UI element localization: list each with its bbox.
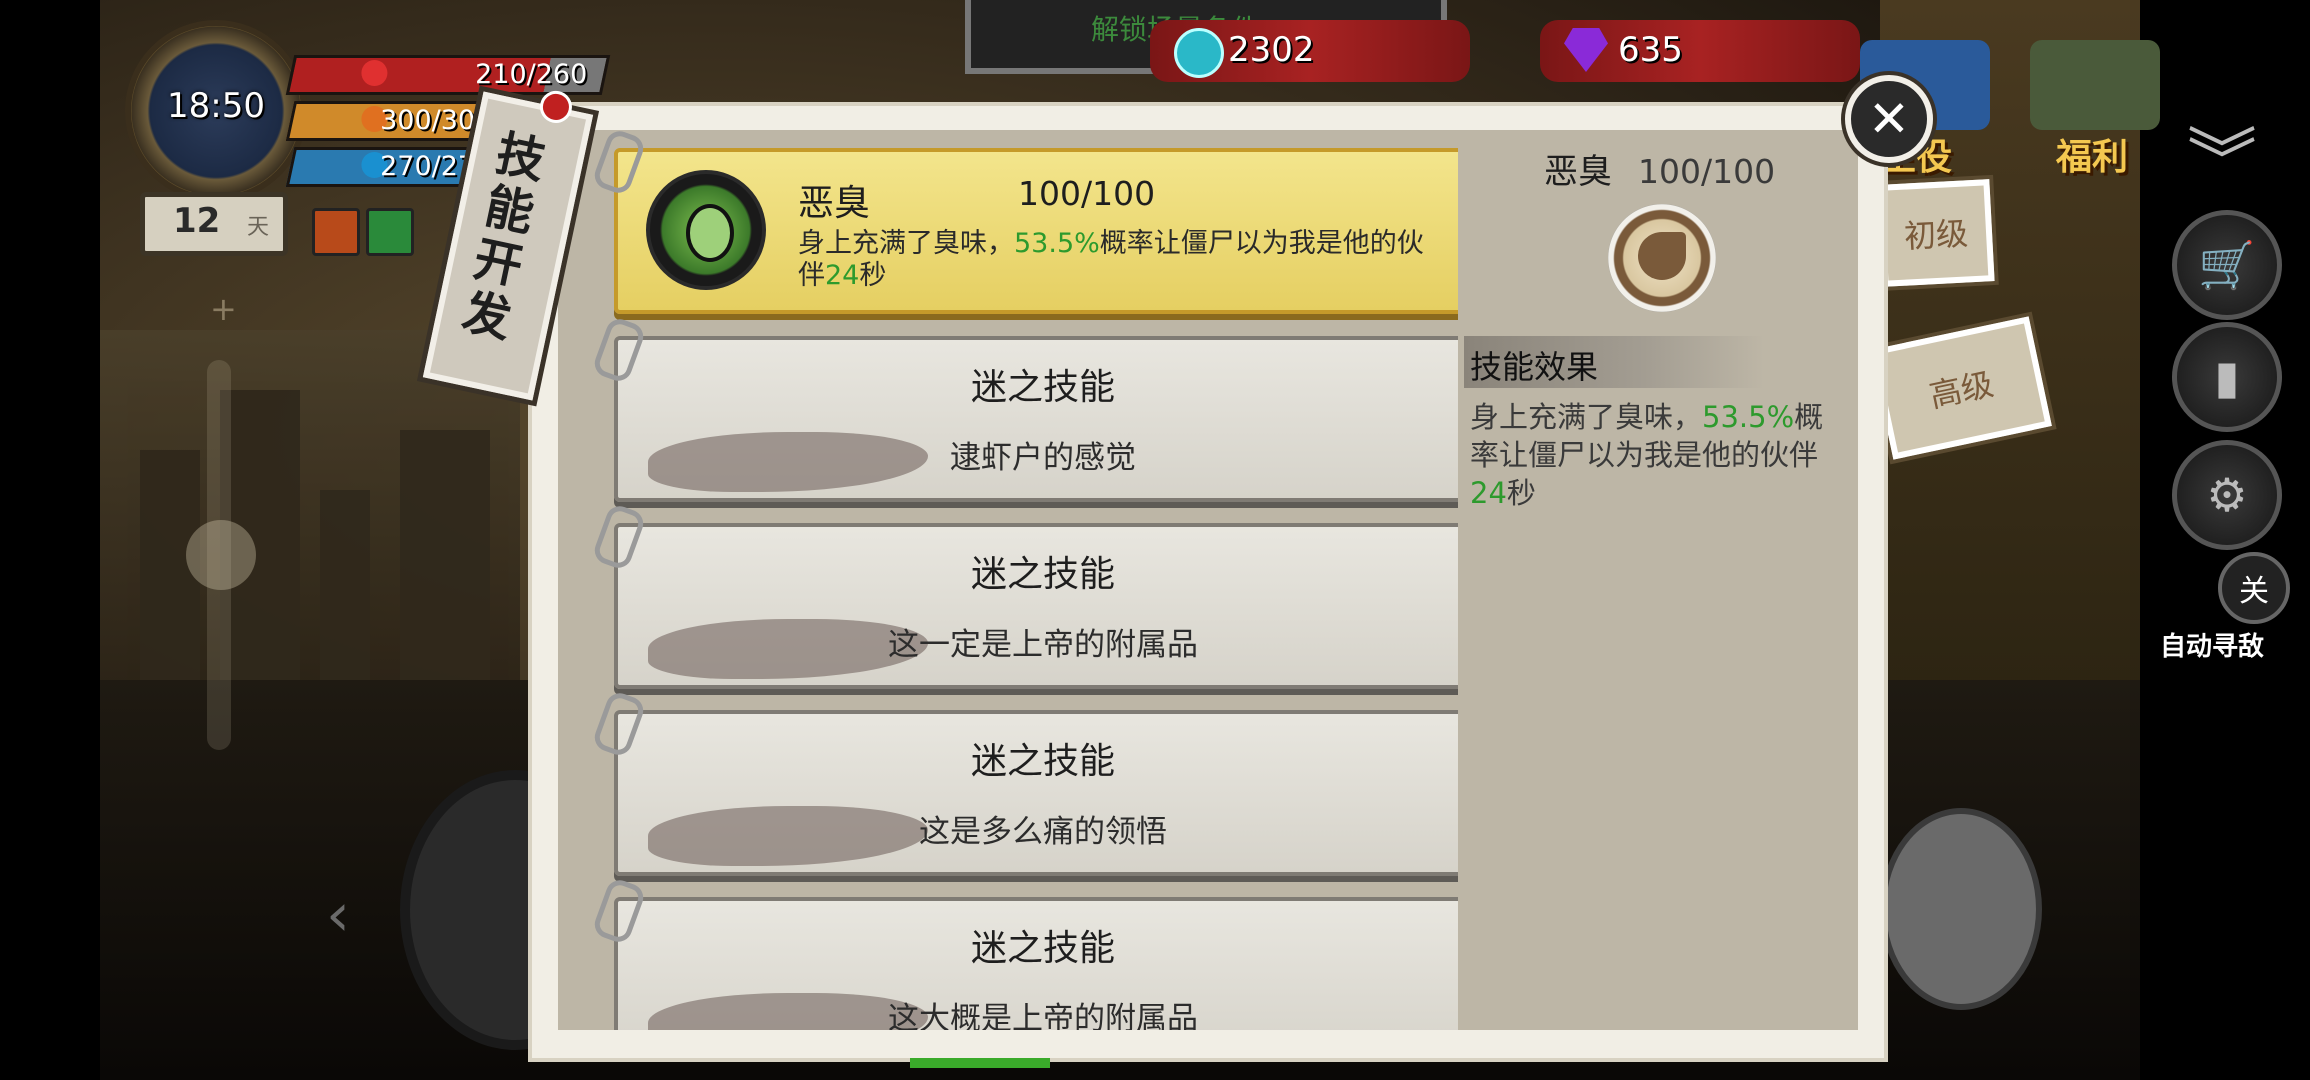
status-buff-icon[interactable] (312, 208, 360, 256)
detail-skill-name: 恶臭 (1544, 152, 1612, 192)
auto-target-label: 自动寻敌 (2160, 632, 2265, 662)
skill-card-selected[interactable]: 恶臭 100/100 身上充满了臭味，53.5%概率让僵尸以为我是他的伙伴24秒 (590, 130, 1458, 314)
strength-arm-icon (1608, 204, 1716, 312)
gem-counter[interactable]: 635 (1540, 20, 1860, 82)
skill-hint: 这是多么痛的领悟 (919, 814, 1167, 850)
left-arrow-icon[interactable]: ‹ (326, 880, 350, 950)
diamond-icon (1564, 28, 1608, 72)
ranking-button[interactable]: ▮ (2172, 322, 2282, 432)
skill-hint: 这大概是上帝的附属品 (888, 1001, 1198, 1030)
gem-value: 635 (1618, 30, 1683, 70)
skill-hint: 逮虾户的感觉 (950, 440, 1136, 476)
skill-detail: 恶臭 100/100 技能效果 身上充满了臭味，53.5%概率让僵尸以为我是他的伙… (1464, 130, 1858, 1030)
zcoin-icon (1174, 28, 1224, 78)
skill-title: 迷之技能 (970, 741, 1115, 782)
tag-basic[interactable]: 初级 (1877, 179, 1995, 287)
skill-title: 迷之技能 (970, 554, 1115, 595)
home-icon[interactable] (366, 208, 414, 256)
skill-panel: 恶臭 100/100 身上充满了臭味，53.5%概率让僵尸以为我是他的伙伴24秒… (528, 102, 1888, 1062)
effect-heading: 技能效果 (1464, 336, 1764, 388)
day-counter: 12 天 (140, 192, 288, 256)
welfare-chest-icon[interactable] (2030, 40, 2160, 130)
paperclip-icon (590, 130, 648, 197)
effect-description: 身上充满了臭味，53.5%概率让僵尸以为我是他的伙伴24秒 (1470, 400, 1824, 510)
skill-title: 迷之技能 (970, 367, 1115, 408)
day-clock: 18:50 (125, 20, 307, 202)
clock-time: 18:50 (167, 86, 265, 126)
shop-cart-button[interactable]: 🛒 (2172, 210, 2282, 320)
skill-card[interactable]: 迷之技能 这是多么痛的领悟 (590, 689, 1458, 876)
settings-gear-button[interactable]: ⚙ (2172, 440, 2282, 550)
zoom-plus-icon[interactable]: + (210, 290, 237, 328)
skill-card[interactable]: 迷之技能 逮虾户的感觉 (590, 315, 1458, 502)
progress-indicator (910, 1058, 1050, 1068)
skill-hint: 这一定是上帝的附属品 (888, 627, 1198, 663)
zcoin-value: 2302 (1228, 30, 1315, 70)
zcoin-counter[interactable]: 2302 (1150, 20, 1470, 82)
skill-card[interactable]: 迷之技能 这一定是上帝的附属品 (590, 502, 1458, 689)
detail-header: 恶臭 100/100 (1544, 144, 1775, 193)
joystick-knob[interactable] (186, 520, 256, 590)
zombie-face-icon (646, 170, 766, 290)
skill-level: 100/100 (1018, 174, 1156, 213)
day-unit: 天 (247, 215, 270, 240)
rifle-weapon-button[interactable] (1880, 808, 2042, 1010)
skill-list[interactable]: 恶臭 100/100 身上充满了臭味，53.5%概率让僵尸以为我是他的伙伴24秒… (558, 130, 1458, 1030)
detail-skill-level: 100/100 (1638, 152, 1776, 191)
welfare-label[interactable]: 福利 (2056, 128, 2128, 180)
skill-card[interactable]: 迷之技能 这大概是上帝的附属品 (590, 876, 1458, 1030)
close-icon: ✕ (1868, 90, 1910, 148)
collapse-chevron-icon[interactable]: ︾ (2172, 105, 2272, 205)
blood-drop-icon (361, 60, 388, 86)
health-bar: 210/260 (285, 55, 611, 95)
auto-target-toggle[interactable]: 关 (2218, 552, 2290, 624)
day-number: 12 (173, 201, 221, 241)
health-value: 210/260 (474, 59, 588, 90)
skill-description: 身上充满了臭味，53.5%概率让僵尸以为我是他的伙伴24秒 (798, 228, 1424, 291)
skill-title: 迷之技能 (970, 928, 1115, 969)
skill-name: 恶臭 (798, 183, 871, 224)
skill-panel-body: 恶臭 100/100 身上充满了臭味，53.5%概率让僵尸以为我是他的伙伴24秒… (558, 130, 1858, 1030)
close-button[interactable]: ✕ (1845, 75, 1933, 163)
